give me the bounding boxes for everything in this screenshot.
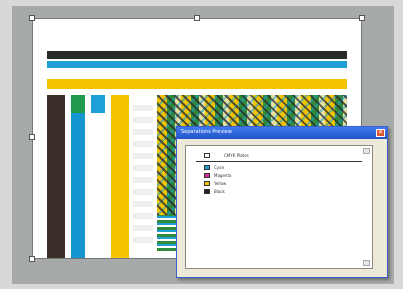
cmyk-swatch-icon bbox=[204, 153, 210, 158]
cyan-swatch bbox=[91, 95, 105, 113]
corner-handle-bl[interactable] bbox=[29, 256, 35, 262]
separation-label: Yellow bbox=[214, 181, 227, 186]
black-swatch-icon bbox=[204, 189, 210, 194]
edge-handle-top[interactable] bbox=[194, 15, 200, 21]
separations-list[interactable]: CMYK Plates Cyan Magenta Yellow Black bbox=[185, 145, 373, 269]
yellow-band bbox=[47, 79, 347, 89]
edge-handle-left[interactable] bbox=[29, 134, 35, 140]
separation-label: Black bbox=[214, 189, 225, 194]
black-column bbox=[47, 95, 65, 258]
separation-row-cyan[interactable]: Cyan bbox=[196, 164, 356, 172]
dialog-titlebar[interactable]: Separations Preview ✕ bbox=[177, 127, 387, 139]
dialog-title: Separations Preview bbox=[181, 129, 232, 135]
cyan-band bbox=[47, 61, 347, 68]
green-swatch bbox=[71, 95, 85, 113]
yellow-swatch-icon bbox=[204, 181, 210, 186]
cyan-column bbox=[71, 113, 85, 258]
separation-row-yellow[interactable]: Yellow bbox=[196, 180, 356, 188]
close-button[interactable]: ✕ bbox=[376, 129, 385, 137]
yellow-column bbox=[111, 95, 129, 258]
scale-numbers bbox=[133, 99, 153, 249]
separation-label: Cyan bbox=[214, 165, 225, 170]
separation-label: Magenta bbox=[214, 173, 232, 178]
separation-row-cmyk[interactable]: CMYK Plates bbox=[196, 152, 356, 160]
list-divider bbox=[196, 161, 362, 162]
scroll-down-arrow[interactable] bbox=[363, 260, 370, 266]
scroll-up-arrow[interactable] bbox=[363, 148, 370, 154]
separation-label: CMYK Plates bbox=[224, 153, 249, 158]
black-band bbox=[47, 51, 347, 59]
separation-row-magenta[interactable]: Magenta bbox=[196, 172, 356, 180]
corner-handle-tr[interactable] bbox=[359, 15, 365, 21]
magenta-swatch-icon bbox=[204, 173, 210, 178]
corner-handle-tl[interactable] bbox=[29, 15, 35, 21]
separation-row-black[interactable]: Black bbox=[196, 188, 356, 196]
cyan-swatch-icon bbox=[204, 165, 210, 170]
separations-dialog[interactable]: Separations Preview ✕ CMYK Plates Cyan M… bbox=[176, 126, 388, 278]
